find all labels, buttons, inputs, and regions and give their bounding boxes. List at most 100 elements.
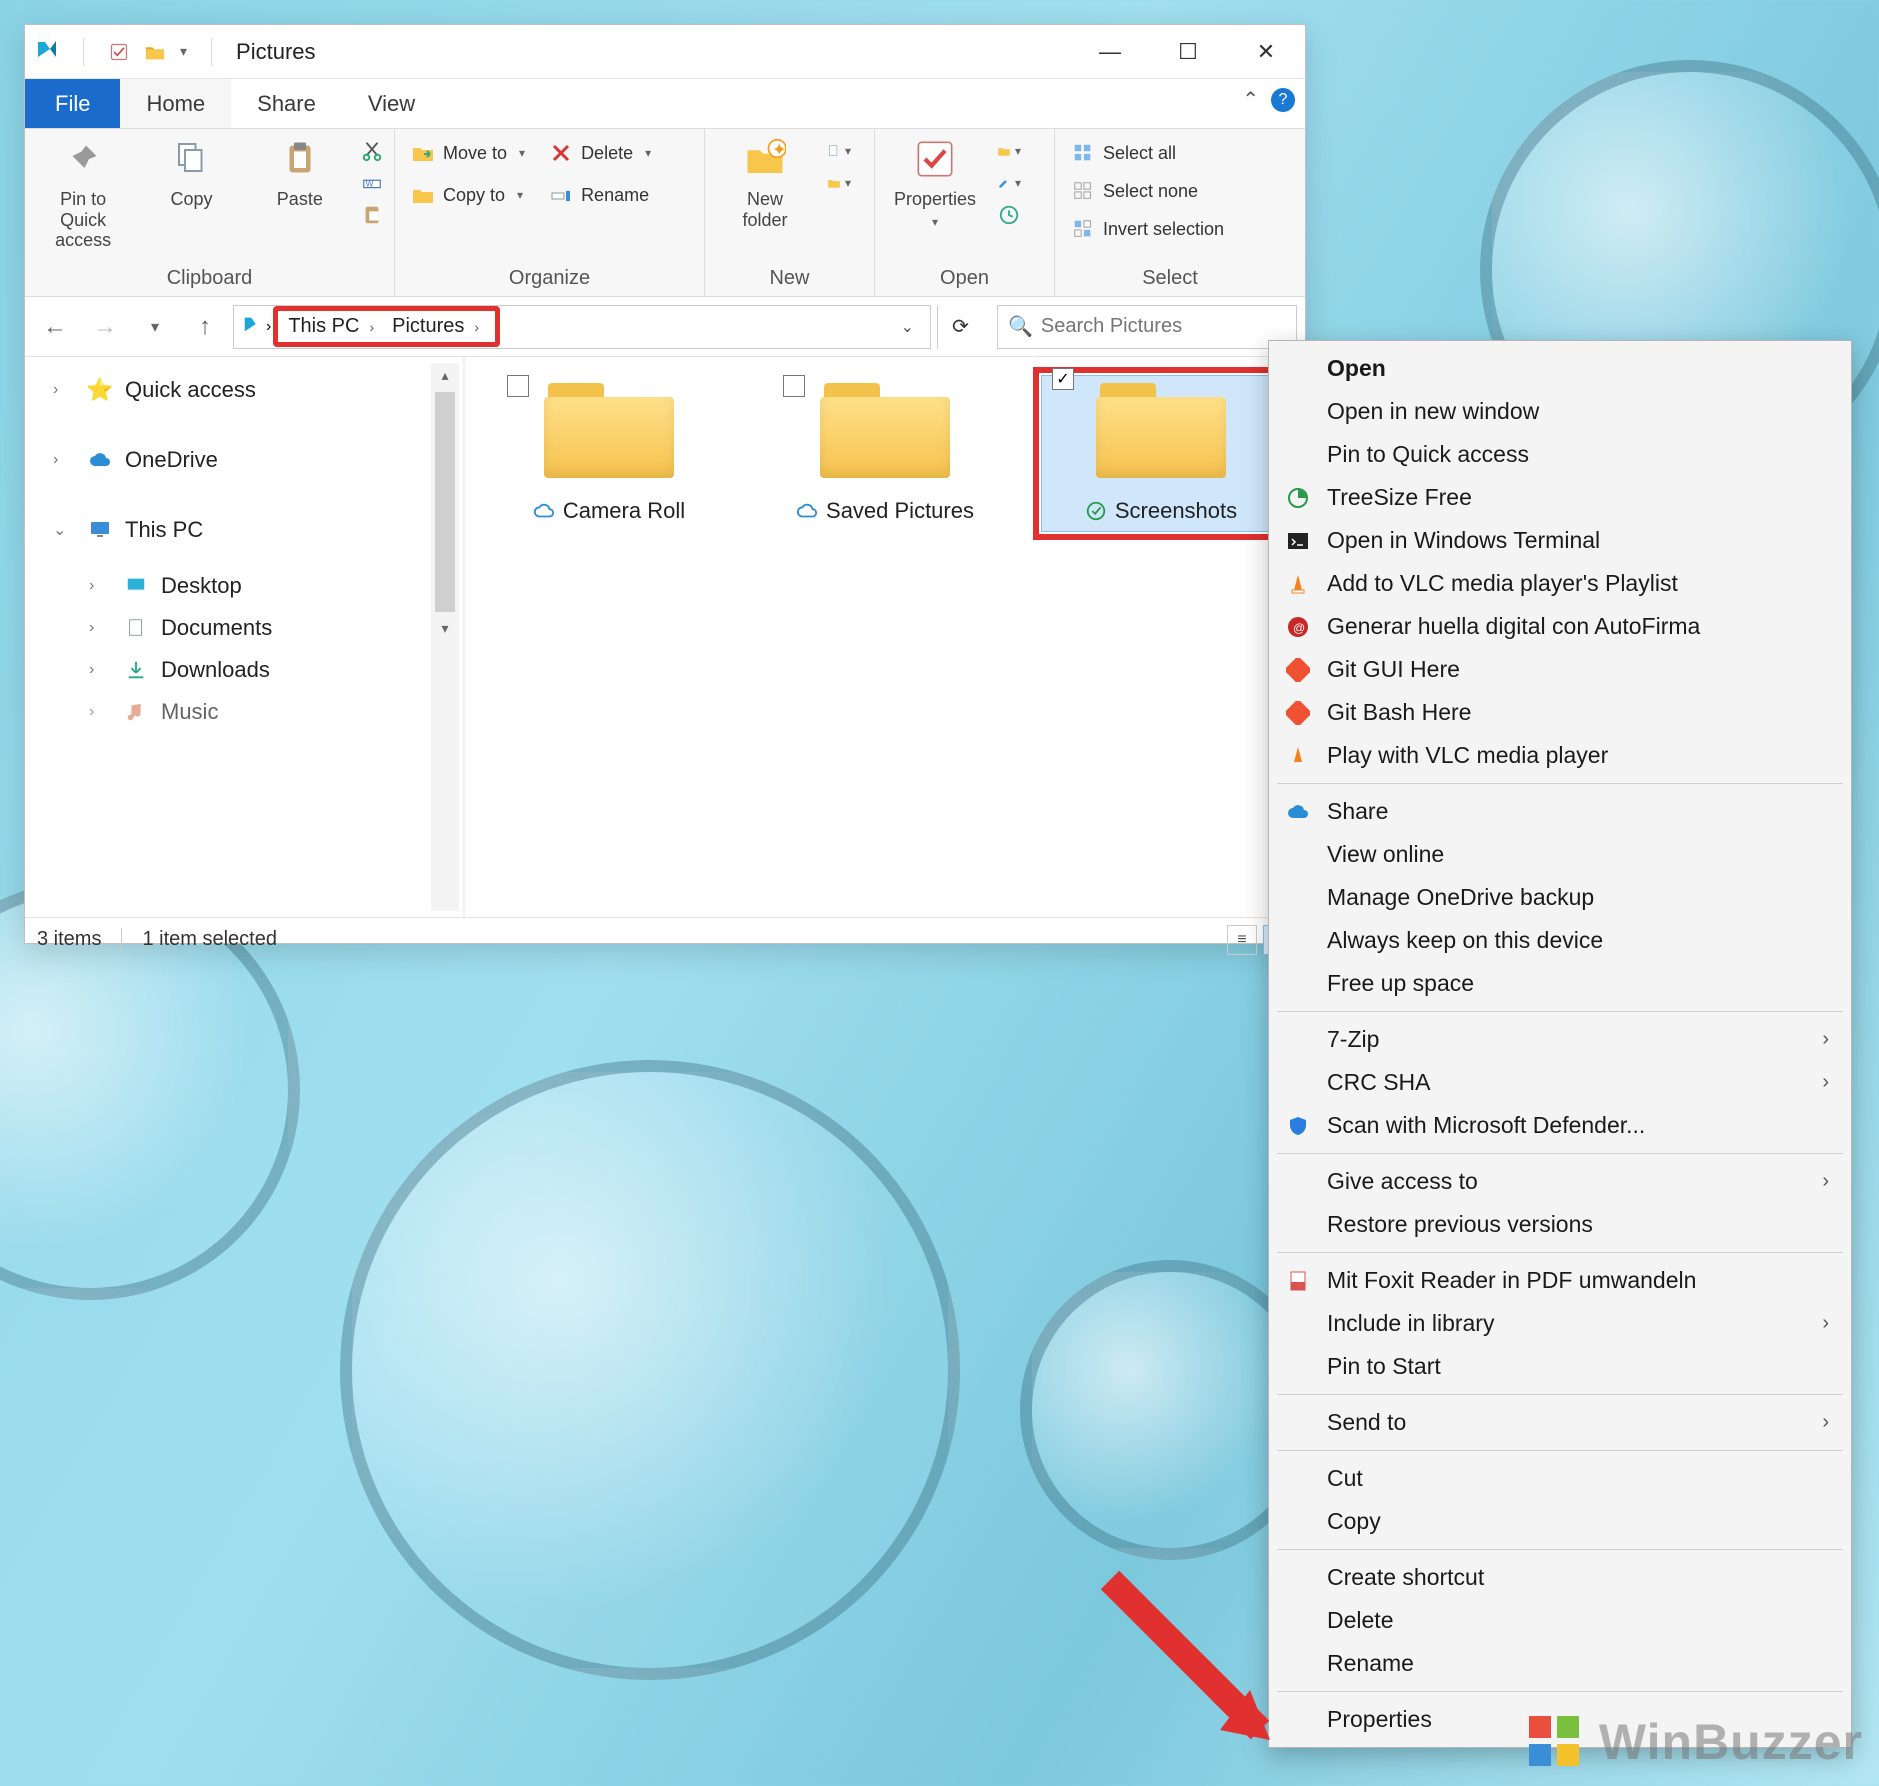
tab-home[interactable]: Home bbox=[120, 79, 231, 128]
cm-rename[interactable]: Rename bbox=[1269, 1642, 1851, 1685]
cm-copy[interactable]: Copy bbox=[1269, 1500, 1851, 1543]
cm-restore-prev[interactable]: Restore previous versions bbox=[1269, 1203, 1851, 1246]
cm-pin-start[interactable]: Pin to Start bbox=[1269, 1345, 1851, 1388]
folder-screenshots[interactable]: ✓ Screenshots bbox=[1041, 375, 1281, 532]
tab-view[interactable]: View bbox=[342, 79, 441, 128]
cm-vlc-playlist[interactable]: Add to VLC media player's Playlist bbox=[1269, 562, 1851, 605]
chevron-right-icon[interactable]: › bbox=[89, 661, 111, 679]
up-button[interactable]: ↑ bbox=[183, 305, 227, 349]
chevron-right-icon[interactable]: › bbox=[89, 577, 111, 595]
move-to-button[interactable]: Move to bbox=[405, 139, 531, 167]
refresh-button[interactable]: ⟳ bbox=[937, 305, 983, 349]
qat-dropdown-icon[interactable]: ▾ bbox=[180, 43, 187, 60]
chevron-right-icon[interactable]: › bbox=[89, 703, 111, 721]
collapse-ribbon-icon[interactable]: ⌃ bbox=[1242, 87, 1259, 112]
maximize-button[interactable]: ☐ bbox=[1149, 25, 1227, 79]
cm-open-new-window[interactable]: Open in new window bbox=[1269, 390, 1851, 433]
cm-foxit[interactable]: Mit Foxit Reader in PDF umwandeln bbox=[1269, 1259, 1851, 1302]
copy-button[interactable]: Copy bbox=[143, 135, 239, 210]
easy-access-icon[interactable] bbox=[827, 171, 851, 195]
chevron-right-icon[interactable]: › bbox=[468, 319, 485, 335]
folder-camera-roll[interactable]: Camera Roll bbox=[489, 375, 729, 524]
sidebar-item-music[interactable]: ›Music bbox=[35, 691, 457, 733]
chevron-right-icon[interactable]: › bbox=[363, 319, 380, 335]
cut-icon[interactable] bbox=[360, 139, 384, 163]
invert-selection-button[interactable]: Invert selection bbox=[1065, 215, 1230, 243]
back-button[interactable]: ← bbox=[33, 305, 77, 349]
cm-defender[interactable]: Scan with Microsoft Defender... bbox=[1269, 1104, 1851, 1147]
minimize-button[interactable]: — bbox=[1071, 25, 1149, 79]
select-none-button[interactable]: Select none bbox=[1065, 177, 1230, 205]
cm-windows-terminal[interactable]: Open in Windows Terminal bbox=[1269, 519, 1851, 562]
qat-folder-icon[interactable] bbox=[144, 41, 166, 63]
sidebar-item-onedrive[interactable]: ›OneDrive bbox=[35, 439, 457, 481]
cm-give-access[interactable]: Give access to› bbox=[1269, 1160, 1851, 1203]
edit-icon[interactable] bbox=[997, 171, 1021, 195]
details-view-button[interactable]: ≡ bbox=[1227, 925, 1257, 955]
select-all-button[interactable]: Select all bbox=[1065, 139, 1230, 167]
sidebar-item-quick-access[interactable]: ›⭐Quick access bbox=[35, 369, 457, 411]
paste-button[interactable]: Paste bbox=[252, 135, 348, 210]
chevron-right-icon[interactable]: › bbox=[53, 451, 75, 469]
paste-shortcut-icon[interactable] bbox=[360, 203, 384, 227]
cm-view-online[interactable]: View online bbox=[1269, 833, 1851, 876]
address-dropdown-icon[interactable]: ⌄ bbox=[893, 317, 922, 337]
chevron-right-icon[interactable]: › bbox=[89, 619, 111, 637]
checkbox[interactable] bbox=[783, 375, 805, 397]
chevron-right-icon[interactable]: › bbox=[53, 381, 75, 399]
chevron-right-icon[interactable]: › bbox=[266, 318, 271, 336]
cm-manage-onedrive[interactable]: Manage OneDrive backup bbox=[1269, 876, 1851, 919]
cm-free-up[interactable]: Free up space bbox=[1269, 962, 1851, 1005]
forward-button[interactable]: → bbox=[83, 305, 127, 349]
cm-include-library[interactable]: Include in library› bbox=[1269, 1302, 1851, 1345]
breadcrumb-pictures[interactable]: Pictures› bbox=[386, 313, 491, 340]
cm-share[interactable]: Share bbox=[1269, 790, 1851, 833]
cm-7zip[interactable]: 7-Zip› bbox=[1269, 1018, 1851, 1061]
cm-send-to[interactable]: Send to› bbox=[1269, 1401, 1851, 1444]
sidebar-item-documents[interactable]: ›Documents bbox=[35, 607, 457, 649]
delete-button[interactable]: Delete bbox=[543, 139, 657, 167]
cm-git-bash[interactable]: Git Bash Here bbox=[1269, 691, 1851, 734]
search-input[interactable] bbox=[1041, 315, 1286, 338]
cm-crc-sha[interactable]: CRC SHA› bbox=[1269, 1061, 1851, 1104]
scroll-down-icon[interactable]: ▾ bbox=[441, 616, 448, 641]
sidebar-item-downloads[interactable]: ›Downloads bbox=[35, 649, 457, 691]
cm-git-gui[interactable]: Git GUI Here bbox=[1269, 648, 1851, 691]
scroll-up-icon[interactable]: ▴ bbox=[441, 363, 448, 388]
cm-delete[interactable]: Delete bbox=[1269, 1599, 1851, 1642]
close-button[interactable]: ✕ bbox=[1227, 25, 1305, 79]
chevron-down-icon[interactable]: ⌄ bbox=[53, 520, 75, 540]
folder-saved-pictures[interactable]: Saved Pictures bbox=[765, 375, 1005, 524]
copy-to-button[interactable]: Copy to bbox=[405, 181, 531, 209]
search-box[interactable]: 🔍 bbox=[997, 305, 1297, 349]
tab-share[interactable]: Share bbox=[231, 79, 342, 128]
address-bar[interactable]: › This PC› Pictures› ⌄ bbox=[233, 305, 931, 349]
properties-button[interactable]: Properties ▾ bbox=[885, 135, 985, 229]
sidebar-item-this-pc[interactable]: ⌄This PC bbox=[35, 509, 457, 551]
new-item-icon[interactable] bbox=[827, 139, 851, 163]
tab-file[interactable]: File bbox=[25, 79, 120, 128]
cm-always-keep[interactable]: Always keep on this device bbox=[1269, 919, 1851, 962]
rename-button[interactable]: Rename bbox=[543, 181, 657, 209]
cm-treesize[interactable]: TreeSize Free bbox=[1269, 476, 1851, 519]
pin-quick-access-button[interactable]: Pin to Quick access bbox=[35, 135, 131, 251]
scroll-thumb[interactable] bbox=[435, 392, 455, 612]
checkbox[interactable] bbox=[507, 375, 529, 397]
new-folder-button[interactable]: ✦ New folder bbox=[715, 135, 815, 230]
help-icon[interactable]: ? bbox=[1271, 88, 1295, 112]
sidebar-scrollbar[interactable]: ▴ ▾ bbox=[431, 363, 459, 911]
copy-path-icon[interactable]: W bbox=[360, 171, 384, 195]
cm-vlc-play[interactable]: Play with VLC media player bbox=[1269, 734, 1851, 777]
cm-autofirma[interactable]: @Generar huella digital con AutoFirma bbox=[1269, 605, 1851, 648]
qat-properties-icon[interactable] bbox=[108, 41, 130, 63]
breadcrumb-this-pc[interactable]: This PC› bbox=[282, 313, 386, 340]
cm-cut[interactable]: Cut bbox=[1269, 1457, 1851, 1500]
cm-create-shortcut[interactable]: Create shortcut bbox=[1269, 1556, 1851, 1599]
open-with-icon[interactable] bbox=[997, 139, 1021, 163]
recent-locations-button[interactable]: ▾ bbox=[133, 305, 177, 349]
sidebar-item-desktop[interactable]: ›Desktop bbox=[35, 565, 457, 607]
cm-open[interactable]: Open bbox=[1269, 347, 1851, 390]
cm-pin-quick-access[interactable]: Pin to Quick access bbox=[1269, 433, 1851, 476]
checkbox-checked[interactable]: ✓ bbox=[1052, 368, 1074, 390]
history-icon[interactable] bbox=[997, 203, 1021, 227]
